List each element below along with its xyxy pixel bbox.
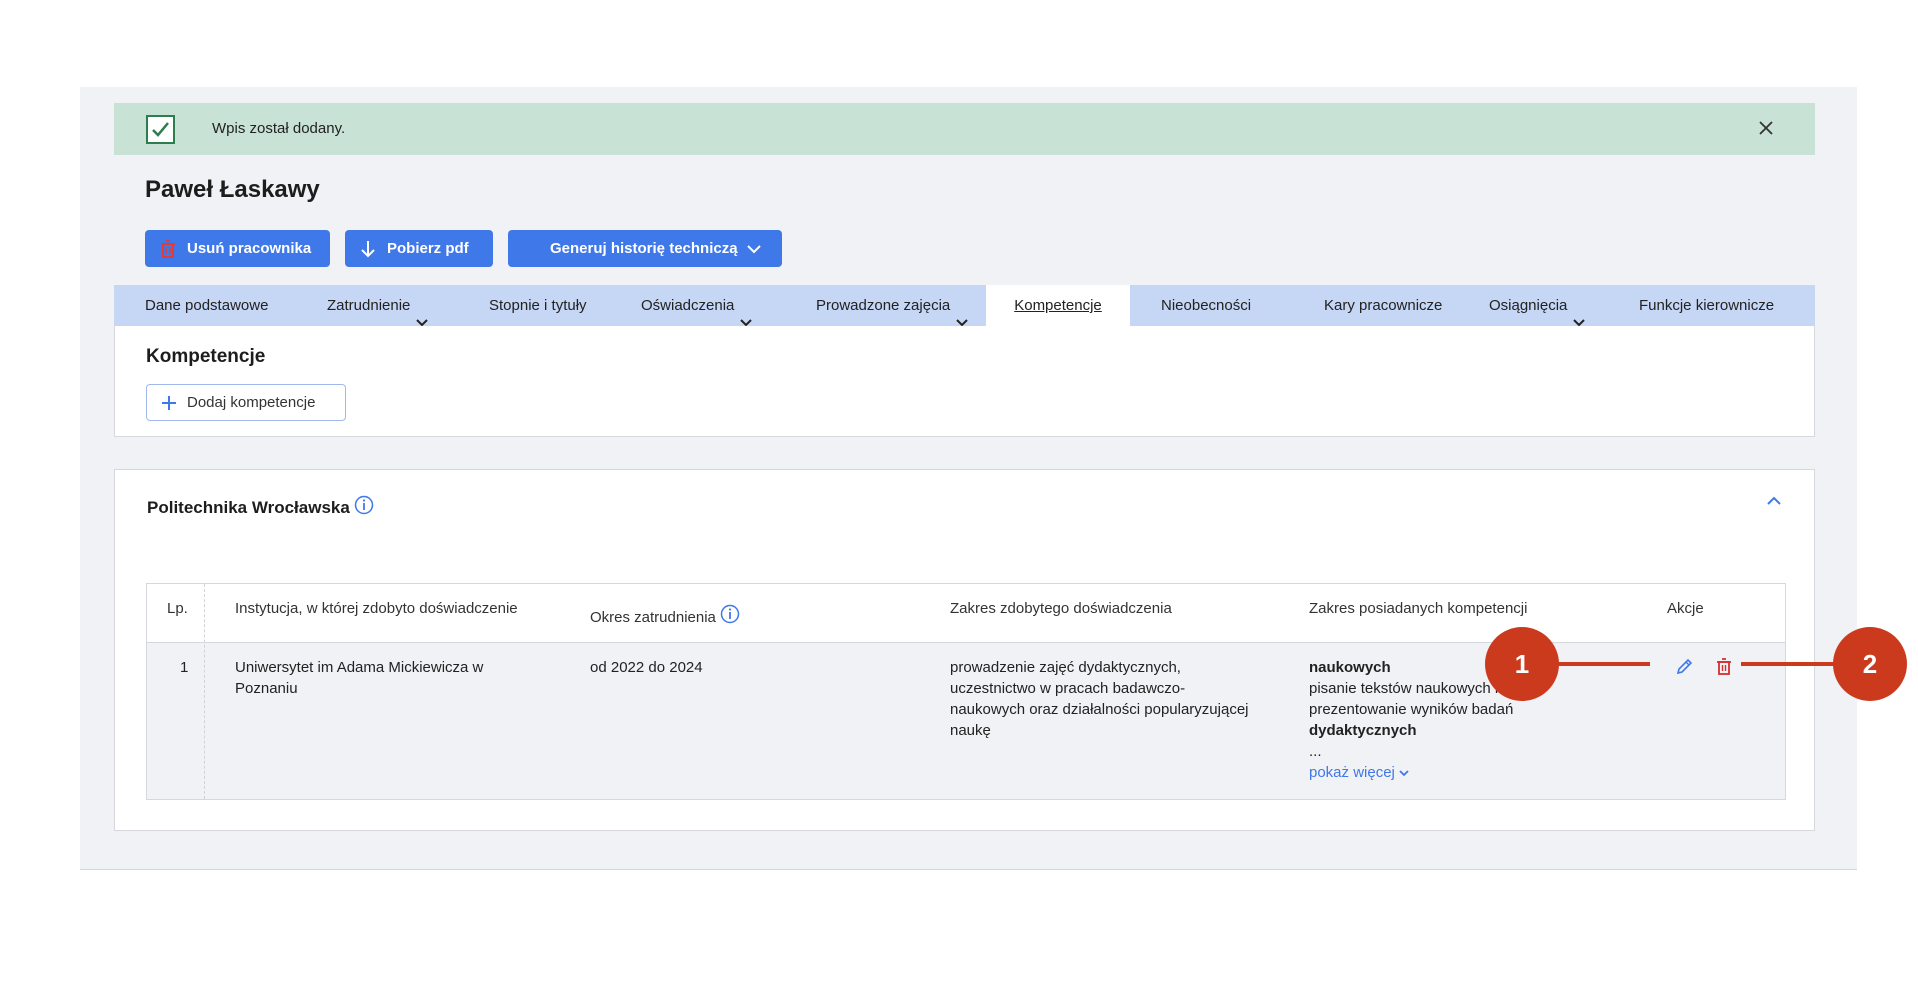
header-competences: Zakres posiadanych kompetencji [1309,600,1528,617]
institution-title: Politechnika Wrocławska [147,495,374,518]
tab-label: Prowadzone zajęcia [816,297,951,314]
cell-institution-line: Uniwersytet im Adama Mickiewicza w [235,659,484,676]
cell-competences: naukowych pisanie tekstów naukowych i pr… [1309,657,1513,783]
header-period-label: Okres zatrudnienia [590,609,716,626]
success-alert: Wpis został dodany. [114,103,1815,155]
cell-lp: 1 [180,659,189,676]
header-lp: Lp. [167,600,188,617]
info-icon[interactable] [354,495,374,515]
tab-label: Dane podstawowe [145,297,269,314]
competence-heading: naukowych [1309,659,1391,676]
header-period: Okres zatrudnienia [590,604,740,626]
tab-zatrudnienie[interactable]: Zatrudnienie [327,285,429,327]
tab-kompetencje[interactable]: Kompetencje [986,285,1130,326]
close-icon[interactable] [1757,119,1775,137]
trash-icon[interactable] [1714,656,1734,676]
chevron-down-icon [740,302,753,327]
delete-employee-button[interactable]: Usuń pracownika [145,230,330,267]
callout-line [1741,662,1841,666]
chevron-up-icon[interactable] [1766,494,1782,506]
header-experience: Zakres zdobytego doświadczenia [950,600,1172,617]
plus-icon [161,395,177,411]
check-icon [146,115,175,144]
pencil-icon[interactable] [1675,656,1695,676]
download-icon [359,239,377,259]
competence-ellipsis: ... [1309,743,1322,760]
cell-period: od 2022 do 2024 [590,659,703,676]
alert-message: Wpis został dodany. [212,120,346,137]
tab-label: Kary pracownicze [1324,297,1443,314]
tab-label: Kompetencje [1014,297,1102,314]
generate-history-button[interactable]: Generuj historię techniczą [508,230,782,267]
generate-history-label: Generuj historię techniczą [550,240,738,257]
add-competence-button[interactable]: Dodaj kompetencje [146,384,346,421]
header-actions: Akcje [1667,600,1704,617]
callout-marker: 2 [1833,627,1907,701]
tab-prowadzone-zajecia[interactable]: Prowadzone zajęcia [816,285,968,327]
competence-line: pisanie tekstów naukowych i [1309,680,1499,697]
tab-label: Oświadczenia [641,297,735,314]
chevron-down-icon [956,302,968,327]
tab-kary-pracownicze[interactable]: Kary pracownicze [1324,285,1442,326]
tab-label: Osiągnięcia [1489,297,1568,314]
tab-funkcje-kierownicze[interactable]: Funkcje kierownicze [1639,285,1774,326]
tab-label: Stopnie i tytuły [489,297,587,314]
delete-employee-label: Usuń pracownika [187,240,312,257]
cell-institution-line: Poznaniu [235,680,298,697]
employee-name: Paweł Łaskawy [145,176,320,203]
tab-dane-podstawowe[interactable]: Dane podstawowe [145,285,268,326]
section-title: Kompetencje [146,346,266,367]
experience-line: prowadzenie zajęć dydaktycznych, [950,659,1181,676]
experience-line: naukę [950,722,991,739]
tab-oswiadczenia[interactable]: Oświadczenia [641,285,753,327]
tab-label: Funkcje kierownicze [1639,297,1775,314]
add-competence-label: Dodaj kompetencje [187,394,316,411]
experience-line: naukowych oraz działalności popularyzują… [950,701,1249,718]
tab-label: Zatrudnienie [327,297,411,314]
cell-institution: Uniwersytet im Adama Mickiewicza w Pozna… [235,657,483,699]
tab-nieobecnosci[interactable]: Nieobecności [1161,285,1251,326]
chevron-down-icon [1573,302,1586,327]
trash-icon [159,239,177,259]
tab-bar: Dane podstawowe Zatrudnienie Stopnie i t… [114,285,1815,327]
competences-section: Kompetencje Dodaj kompetencje [114,326,1815,437]
tab-osiagniecia[interactable]: Osiągnięcia [1489,285,1586,327]
competence-line: prezentowanie wyników badań [1309,701,1514,718]
competence-heading: dydaktycznych [1309,722,1417,739]
institution-name: Politechnika Wrocławska [147,498,350,517]
callout-marker: 1 [1485,627,1559,701]
experience-line: uczestnictwo w pracach badawczo- [950,680,1186,697]
tab-label: Nieobecności [1161,297,1252,314]
chevron-down-icon [1399,770,1409,777]
column-divider [204,584,205,799]
download-pdf-button[interactable]: Pobierz pdf [345,230,493,267]
page: Wpis został dodany. Paweł Łaskawy Usuń p… [0,0,1918,996]
chevron-down-icon[interactable] [746,242,762,254]
info-icon[interactable] [720,604,740,624]
header-institution: Instytucja, w której zdobyto doświadczen… [235,600,518,617]
cell-experience: prowadzenie zajęć dydaktycznych, uczestn… [950,657,1249,741]
show-more-label: pokaż więcej [1309,764,1395,781]
tab-stopnie-i-tytuly[interactable]: Stopnie i tytuły [489,285,587,326]
chevron-down-icon [416,302,429,327]
show-more-link[interactable]: pokaż więcej [1309,762,1513,783]
download-pdf-label: Pobierz pdf [387,240,469,257]
callout-line [1550,662,1650,666]
